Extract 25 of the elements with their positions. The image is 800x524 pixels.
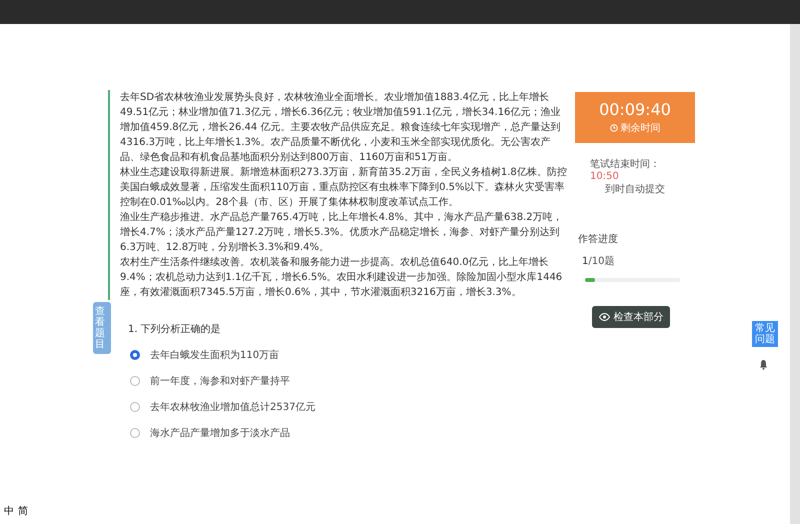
passage-paragraph: 去年SD省农林牧渔业发展势头良好，农林牧渔业全面增长。农业增加值1883.4亿元，比上年增长49.51亿元；林业增加值71.3亿元，增长6.36亿元；牧业增加值591.1亿元，增长34.16亿元；渔业增加值459.8亿元，增长26.44 亿元。主要农牧产品供应充足。粮食连续七年实现增产，总产量达到4316.3万吨，比上年增长1.3%。农产品质量不断优化，小麦和玉米全部实现优质化。无公害农产品、绿色食品和有机食品基地面积分别达到800万亩、1160万亩和51万亩。 [120,90,562,165]
ime-mode-text[interactable]: 中 [4,504,14,518]
option-text[interactable]: 去年农林牧渔业增加值总计2537亿元 [150,400,316,414]
option-text[interactable]: 前一年度，海参和对虾产量持平 [150,374,290,388]
eye-icon [598,313,610,321]
radio-button[interactable] [130,428,140,438]
question-text: 1. 下列分析正确的是 [128,322,222,336]
option-text[interactable]: 海水产品产量增加多于淡水产品 [150,426,290,440]
passage-paragraph: 林业生态建设取得新进展。新增造林面积273.3万亩，新育苗35.2万亩，全民义务植树1.8亿株。防控美国白蛾成效显著，压缩发生面积110万亩，重点防控区有虫株率下降到0.5%以下。森林火灾受害率控制在0.01‰以内。28个县（市、区）开展了集体林权制度改革试点工作。 [120,166,568,210]
option-text[interactable]: 去年白蛾发生面积为110万亩 [150,348,280,362]
progress-count: 1/10题 [582,255,616,268]
progress-label: 作答进度 [578,232,619,246]
deadline-note: 到时自动提交 [605,182,665,196]
passage-paragraph: 农村生产生活条件继续改善。农机装备和服务能力进一步提高。农机总值640.0亿元，比上年增长9.4%；农机总动力达到1.1亿千瓦，增长6.5%。农田水利建设进一步加强。除险加固小型水库1446座，有效灌溉面积7345.5万亩，增长0.6%，其中，节水灌溉面积3216万亩，增长3.3%。 [120,256,564,300]
timer-text: 00:09:40 [599,100,671,119]
radio-button[interactable] [130,402,140,412]
passage-paragraph: 渔业生产稳步推进。水产品总产量765.4万吨，比上年增长4.8%。其中，海水产品产量638.2万吨，增长4.7%；淡水产品产量127.2万吨，增长5.3%。优质水产品稳定增长，海参、对虾产量分别达到6.3万吨、12.8万吨，分别增长3.3%和9.4%。 [120,210,564,255]
clock-icon [610,124,618,132]
radio-button[interactable] [130,350,140,360]
bell-icon[interactable] [759,359,768,370]
ime-script-text[interactable]: 简 [18,504,28,518]
radio-button[interactable] [130,376,140,386]
check-section-button[interactable]: 检查本部分 [592,306,670,328]
timer-label: 剩余时间 [620,122,660,135]
deadline-text: 笔试结束时间： 10:50 [590,158,661,182]
